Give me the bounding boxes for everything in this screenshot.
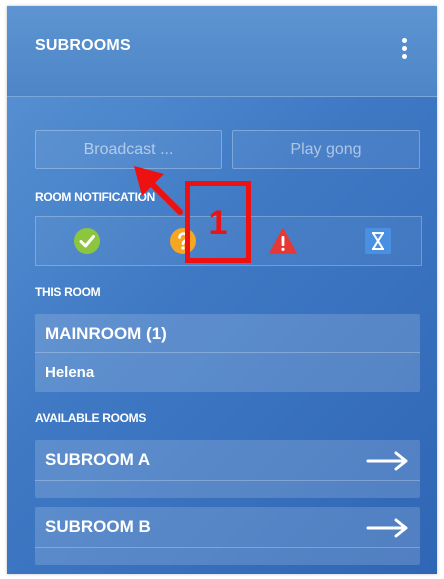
arrow-right-icon[interactable]: [366, 451, 410, 471]
card-divider: [35, 352, 420, 353]
annotation-number: 1: [208, 204, 228, 242]
card-divider: [35, 480, 420, 481]
current-room-card: MAINROOM (1) Helena: [35, 314, 420, 392]
subroom-a-card[interactable]: SUBROOM A: [35, 440, 420, 498]
annotation-arrow-icon: [134, 166, 183, 215]
more-vertical-icon[interactable]: [397, 36, 411, 62]
available-rooms-label: AVAILABLE ROOMS: [35, 411, 147, 425]
play-gong-button[interactable]: Play gong: [232, 130, 420, 169]
subrooms-panel: SUBROOMS Broadcast ... Play gong ROOM NO…: [7, 6, 437, 574]
current-room-name: MAINROOM (1): [45, 324, 167, 343]
card-divider: [35, 547, 420, 548]
warning-triangle-icon[interactable]: [269, 227, 297, 255]
annotation-box: 1: [185, 181, 251, 263]
subroom-b-name: SUBROOM B: [45, 517, 151, 536]
hourglass-icon[interactable]: [364, 227, 392, 255]
arrow-right-icon[interactable]: [366, 518, 410, 538]
check-circle-icon[interactable]: [73, 227, 101, 255]
subroom-a-name: SUBROOM A: [45, 450, 151, 469]
subroom-b-card[interactable]: SUBROOM B: [35, 507, 420, 565]
panel-header: SUBROOMS: [7, 6, 437, 97]
panel-title: SUBROOMS: [35, 37, 131, 54]
this-room-label: THIS ROOM: [35, 285, 101, 299]
room-member: Helena: [45, 364, 95, 381]
